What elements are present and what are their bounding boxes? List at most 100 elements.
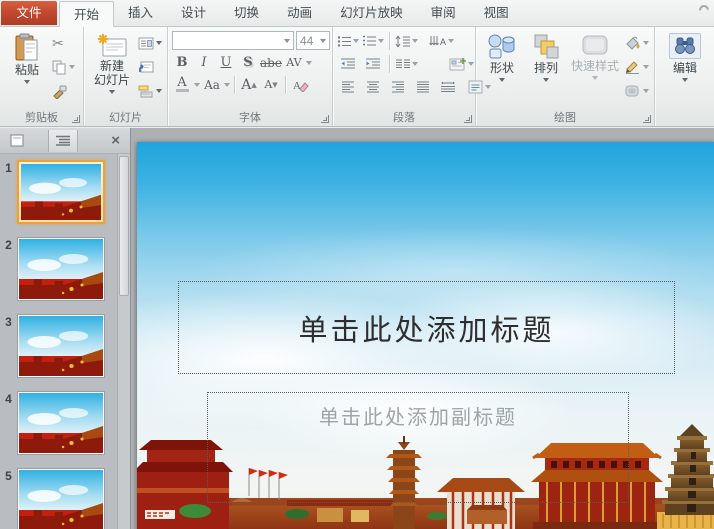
character-spacing-arrow[interactable]	[305, 60, 312, 65]
tab-transitions[interactable]: 切换	[220, 0, 273, 26]
ribbon: 粘贴 ✂ 剪贴板 新建 幻灯片 幻灯片 44 B I U S abe AV A …	[0, 27, 714, 127]
paragraph-dialog-launcher[interactable]	[464, 115, 472, 123]
line-spacing-arrow[interactable]	[412, 39, 418, 43]
align-center-button[interactable]	[362, 77, 384, 97]
tab-file[interactable]: 文件	[1, 1, 57, 25]
columns-arrow[interactable]	[412, 62, 418, 66]
help-icon[interactable]	[696, 2, 712, 18]
bold-button[interactable]: B	[172, 53, 192, 72]
align-right-button[interactable]	[387, 77, 409, 97]
text-direction-button[interactable]: A	[429, 31, 454, 51]
layout-dropdown-arrow[interactable]	[156, 41, 162, 45]
cut-button[interactable]: ✂	[50, 33, 77, 53]
italic-button[interactable]: I	[194, 53, 214, 72]
quick-styles-label: 快速样式	[570, 59, 619, 73]
bullets-button[interactable]	[337, 31, 359, 51]
numbering-button[interactable]	[362, 31, 384, 51]
tab-view[interactable]: 视图	[470, 0, 523, 26]
paste-dropdown-arrow[interactable]	[24, 80, 30, 84]
text-direction-arrow[interactable]	[448, 39, 454, 43]
underline-button[interactable]: U	[216, 53, 236, 72]
font-name-arrow[interactable]	[284, 38, 290, 43]
clipboard-dialog-launcher[interactable]	[72, 115, 80, 123]
shrink-font-button[interactable]: A ▼	[261, 75, 281, 94]
slide-thumbnail-image[interactable]	[17, 391, 105, 455]
shape-fill-arrow[interactable]	[643, 41, 649, 45]
font-color-arrow[interactable]	[194, 82, 200, 87]
shapes-dropdown-arrow[interactable]	[499, 78, 505, 82]
shape-outline-button[interactable]	[622, 57, 651, 77]
reset-slide-button[interactable]	[136, 57, 164, 77]
tab-animations[interactable]: 动画	[273, 0, 326, 26]
font-size-combobox[interactable]: 44	[296, 31, 330, 50]
copy-dropdown-arrow[interactable]	[69, 65, 75, 69]
group-paragraph: A 段落	[333, 27, 491, 126]
quick-styles-button[interactable]: 快速样式	[568, 31, 622, 111]
section-button[interactable]	[136, 81, 164, 101]
tab-design[interactable]: 设计	[167, 0, 220, 26]
font-color-button[interactable]: A	[172, 75, 192, 94]
format-painter-button[interactable]	[50, 81, 77, 101]
shape-effects-button[interactable]	[622, 81, 651, 101]
arrange-dropdown-arrow[interactable]	[543, 78, 549, 82]
font-size-arrow[interactable]	[320, 38, 326, 43]
shape-outline-arrow[interactable]	[643, 65, 649, 69]
decrease-indent-button[interactable]	[337, 54, 359, 74]
outline-tab[interactable]	[48, 129, 78, 152]
editing-dropdown-arrow[interactable]	[682, 78, 688, 82]
arrange-button[interactable]: 排列	[524, 31, 568, 111]
justify-button[interactable]	[412, 77, 434, 97]
change-case-arrow[interactable]	[224, 82, 230, 87]
distribute-text-button[interactable]	[437, 77, 459, 97]
increase-indent-button[interactable]	[362, 54, 384, 74]
convert-smartart-arrow[interactable]	[468, 62, 474, 66]
grow-font-button[interactable]: A ▲	[239, 75, 259, 94]
slide-thumbnail-2[interactable]: 2	[0, 237, 117, 301]
slide-thumbnail-4[interactable]: 4	[0, 391, 117, 455]
copy-button[interactable]	[50, 57, 77, 77]
slide-thumbnail-image[interactable]	[17, 237, 105, 301]
change-case-button[interactable]: Aa	[202, 75, 222, 94]
tab-insert[interactable]: 插入	[114, 0, 167, 26]
numbering-arrow[interactable]	[378, 39, 384, 43]
panel-scrollbar[interactable]	[117, 154, 130, 529]
slide-thumbnail-1[interactable]: 1	[0, 160, 117, 224]
columns-button[interactable]	[395, 54, 418, 74]
font-name-combobox[interactable]	[172, 31, 294, 50]
character-spacing-button[interactable]: AV	[284, 53, 304, 72]
layout-button[interactable]	[136, 33, 164, 53]
subtitle-placeholder[interactable]: 单击此处添加副标题	[207, 392, 629, 503]
shape-fill-button[interactable]	[622, 33, 651, 53]
strikethrough-button[interactable]: abe	[260, 53, 282, 72]
drawing-dialog-launcher[interactable]	[643, 115, 651, 123]
slide-thumbnail-image[interactable]	[17, 468, 105, 529]
editing-label: 编辑	[672, 61, 697, 75]
new-slide-button[interactable]: 新建 幻灯片	[88, 31, 136, 111]
shapes-button[interactable]: 形状	[480, 31, 524, 111]
editing-button[interactable]: 编辑	[659, 31, 711, 111]
title-placeholder[interactable]: 单击此处添加标题	[178, 281, 675, 374]
slide-thumbnail-image[interactable]	[17, 314, 105, 378]
panel-scrollbar-thumb[interactable]	[119, 156, 129, 296]
section-dropdown-arrow[interactable]	[156, 89, 162, 93]
slide-editor[interactable]: 单击此处添加标题 单击此处添加副标题	[137, 142, 714, 529]
bullets-arrow[interactable]	[353, 39, 359, 43]
line-spacing-button[interactable]	[395, 31, 418, 51]
tab-slideshow[interactable]: 幻灯片放映	[326, 0, 417, 26]
slide-thumbnail-image[interactable]	[17, 160, 105, 224]
new-slide-dropdown-arrow[interactable]	[109, 90, 115, 94]
text-shadow-button[interactable]: S	[238, 53, 258, 72]
slide-thumbnail-5[interactable]: 5	[0, 468, 117, 529]
convert-smartart-button[interactable]	[449, 54, 474, 74]
align-left-button[interactable]	[337, 77, 359, 97]
clear-formatting-button[interactable]: A	[290, 75, 310, 94]
font-dialog-launcher[interactable]	[321, 115, 329, 123]
shape-effects-arrow[interactable]	[643, 89, 649, 93]
paste-button[interactable]: 粘贴	[4, 31, 50, 111]
close-panel-button[interactable]: ×	[105, 132, 126, 149]
tab-home[interactable]: 开始	[59, 1, 115, 27]
slide-thumbnail-3[interactable]: 3	[0, 314, 117, 378]
slides-thumbnails-tab[interactable]	[4, 130, 30, 152]
quick-styles-dropdown-arrow[interactable]	[592, 76, 598, 80]
tab-review[interactable]: 审阅	[417, 0, 470, 26]
